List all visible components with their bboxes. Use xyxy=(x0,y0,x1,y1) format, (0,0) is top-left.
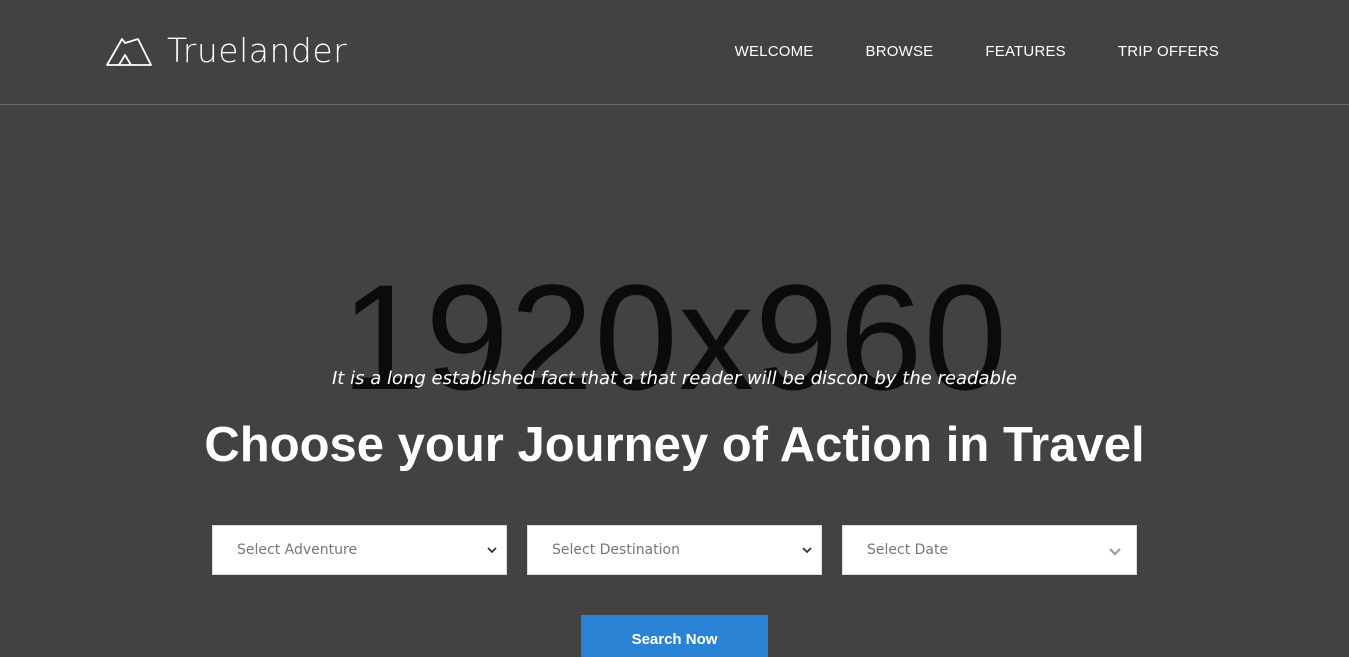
select-date-label: Select Date xyxy=(867,542,949,558)
site-header: Truelander WELCOME BROWSE FEATURES TRIP … xyxy=(0,0,1349,105)
chevron-down-icon xyxy=(1109,548,1121,556)
nav-item-welcome[interactable]: WELCOME xyxy=(735,41,814,63)
nav-item-features[interactable]: FEATURES xyxy=(985,41,1066,63)
select-adventure-label: Select Adventure xyxy=(237,542,358,558)
main-nav: WELCOME BROWSE FEATURES TRIP OFFERS xyxy=(735,41,1219,63)
brand-name: Truelander xyxy=(167,31,348,70)
select-date[interactable]: Select Date xyxy=(842,525,1137,575)
trip-search-form: Select Adventure Select Destination Sele… xyxy=(212,525,1137,575)
tent-icon xyxy=(106,38,152,66)
chevron-down-icon xyxy=(487,547,497,554)
brand-logo[interactable]: Truelander xyxy=(105,33,347,69)
chevron-down-icon xyxy=(802,547,812,554)
search-now-button[interactable]: Search Now xyxy=(581,615,768,657)
nav-item-trip-offers[interactable]: TRIP OFFERS xyxy=(1118,41,1219,63)
hero-headline: Choose your Journey of Action in Travel xyxy=(204,418,1145,472)
hero-tagline: It is a long established fact that a tha… xyxy=(332,368,1017,389)
select-adventure[interactable]: Select Adventure xyxy=(212,525,507,575)
select-destination[interactable]: Select Destination xyxy=(527,525,822,575)
nav-item-browse[interactable]: BROWSE xyxy=(866,41,934,63)
select-destination-label: Select Destination xyxy=(552,542,680,558)
page: Truelander WELCOME BROWSE FEATURES TRIP … xyxy=(0,0,1349,657)
